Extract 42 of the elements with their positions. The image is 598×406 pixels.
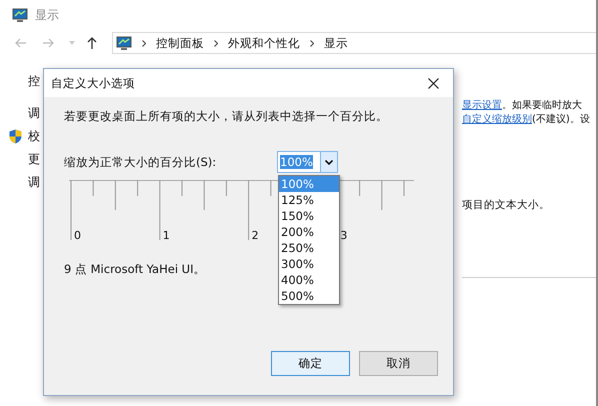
settings-link[interactable]: 显示设置 — [462, 100, 502, 111]
breadcrumb[interactable]: 显示 — [324, 36, 348, 50]
description-text: 显示设置。如果要临时放大 — [462, 99, 583, 113]
ruler-label: 2 — [252, 229, 259, 242]
ok-button[interactable]: 确定 — [271, 351, 350, 376]
dropdown-option[interactable]: 400% — [279, 272, 339, 288]
chevron-icon[interactable] — [142, 40, 146, 46]
caret-icon — [325, 160, 333, 164]
shield-icon — [9, 129, 22, 144]
dropdown-option[interactable]: 150% — [279, 208, 339, 224]
cancel-button[interactable]: 取消 — [359, 351, 438, 376]
setting-text: 更 — [28, 151, 40, 168]
dropdown-option[interactable]: 125% — [279, 192, 339, 208]
dropdown-option[interactable]: 500% — [279, 288, 339, 304]
description-text: 项目的文本大小。 — [462, 198, 551, 212]
up-icon[interactable] — [87, 37, 97, 49]
settings-link[interactable]: 自定义缩放级别 — [462, 114, 532, 125]
font-info-text: 9 点 Microsoft YaHei UI。 — [64, 262, 206, 277]
setting-text: 校 — [28, 128, 40, 145]
setting-text: 控 — [28, 73, 40, 90]
setting-text: 调 — [28, 174, 40, 191]
scale-label: 缩放为正常大小的百分比(S): — [64, 154, 218, 170]
monitor-icon — [12, 8, 28, 22]
address-bar[interactable]: 控制面板 外观和个性化 显示 — [112, 32, 596, 54]
breadcrumb[interactable]: 外观和个性化 — [228, 36, 300, 50]
instruction-text: 若要更改桌面上所有项的大小，请从列表中选择一个百分比。 — [64, 109, 389, 124]
ruler-label: 0 — [74, 229, 81, 242]
combobox-value: 100% — [280, 155, 313, 169]
dropdown-option[interactable]: 200% — [279, 224, 339, 240]
dropdown-option[interactable]: 300% — [279, 256, 339, 272]
chevron-icon[interactable] — [310, 40, 314, 46]
ruler-label: 3 — [340, 229, 348, 242]
breadcrumb[interactable]: 控制面板 — [156, 36, 204, 50]
description-text: 自定义缩放级别(不建议)。设 — [462, 113, 591, 127]
window-title: 显示 — [35, 6, 59, 24]
monitor-icon — [116, 36, 132, 50]
close-icon[interactable] — [428, 78, 439, 88]
chevron-icon[interactable] — [214, 40, 218, 46]
ruler-label: 1 — [162, 229, 170, 242]
setting-text: 调 — [28, 105, 40, 122]
dropdown-option[interactable]: 250% — [279, 240, 339, 256]
dialog-title: 自定义大小选项 — [51, 76, 135, 90]
